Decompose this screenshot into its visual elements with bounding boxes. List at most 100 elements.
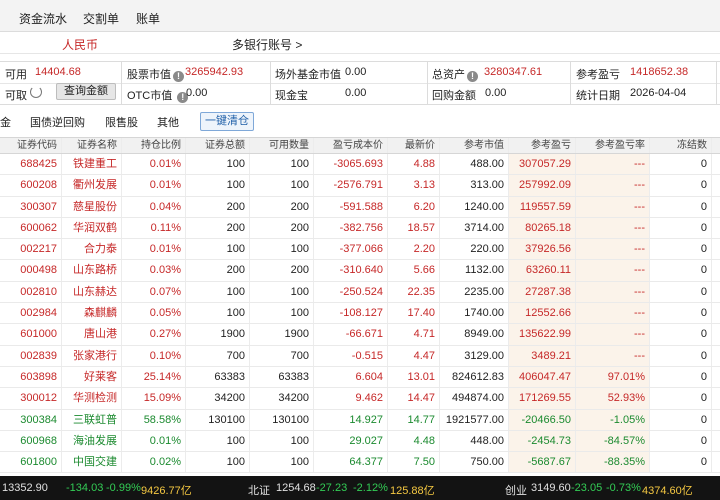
tab-restricted[interactable]: 限售股 [105, 114, 138, 130]
table-row[interactable]: 002984 森麒麟 0.05% 100 100 -108.127 17.40 1740.00… [0, 303, 720, 325]
total-assets-label: 总资产! [432, 66, 478, 82]
cell-code: 601000 [0, 324, 62, 345]
cell-ratio: 15.09% [122, 388, 186, 409]
cell-cost: -66.671 [314, 324, 388, 345]
cell-frozen: 0 [650, 239, 712, 260]
ticker-gem-pct: -0.73% [606, 482, 641, 494]
cell-market-value: 448.00 [440, 430, 509, 452]
table-row[interactable]: 600062 华润双鹤 0.11% 200 200 -382.756 18.57 3714.0… [0, 217, 720, 240]
cell-market-value: 750.00 [440, 452, 509, 473]
cell-total: 100 [186, 303, 250, 324]
ticker-gem-value: 3149.60 [531, 482, 571, 494]
cell-ratio: 0.01% [122, 175, 186, 196]
cell-available: 100 [250, 154, 314, 175]
cell-frozen: 0 [650, 303, 712, 324]
total-assets-value: 3280347.61 [484, 66, 543, 78]
column-header[interactable]: 最新价 [388, 138, 440, 153]
account-bar: 人民币 多银行账号 > [0, 32, 720, 54]
cell-frozen: 0 [650, 452, 712, 473]
table-row[interactable]: 688425 铁建重工 0.01% 100 100 -3065.693 4.88 488.00… [0, 154, 720, 176]
table-row[interactable]: 002839 张家港行 0.10% 700 700 -0.515 4.47 3129.00 34… [0, 345, 720, 367]
cell-market-value: 1921577.00 [440, 409, 509, 430]
info-icon[interactable]: ! [173, 71, 184, 82]
offsite-fund-value: 0.00 [345, 66, 367, 78]
column-header[interactable]: 证券总额 [186, 138, 250, 153]
column-header[interactable]: 证券代码 [0, 138, 62, 153]
cell-ref-pnl-rate: --- [576, 303, 650, 324]
nav-fund-flow[interactable]: 资金流水 [19, 10, 67, 27]
cell-available: 1900 [250, 324, 314, 345]
tab-fund[interactable]: 金 [0, 114, 11, 130]
column-header[interactable]: 可用数量 [250, 138, 314, 153]
holdings-table: 证券代码 证券名称 持仓比例 证券总额 可用数量 盈亏成本价 最新价 参考市值 参考盈亏 参考盈亏… [0, 137, 720, 474]
column-header[interactable]: 盈亏成本价 [314, 138, 388, 153]
refresh-icon[interactable] [30, 86, 42, 98]
nav-bills[interactable]: 账单 [136, 10, 160, 27]
table-row[interactable]: 603898 好莱客 25.14% 63383 63383 6.604 13.01 82461… [0, 366, 720, 389]
cell-ratio: 0.11% [122, 217, 186, 239]
cell-ref-pnl: 37926.56 [509, 239, 576, 260]
column-header[interactable]: 参考市值 [440, 138, 509, 153]
ticker-north-value: 1254.68 [276, 482, 316, 494]
cell-code: 000498 [0, 260, 62, 281]
table-row[interactable]: 600968 海油发展 0.01% 100 100 29.027 4.48 448.00 -24… [0, 430, 720, 453]
cell-frozen: 0 [650, 196, 712, 217]
table-row[interactable]: 000498 山东路桥 0.03% 200 200 -310.640 5.66 1132.00… [0, 260, 720, 282]
cell-ref-pnl: 135622.99 [509, 324, 576, 345]
otc-value: 0.00 [186, 87, 208, 99]
cell-price: 13.01 [388, 366, 440, 388]
cell-ref-pnl-rate: 97.01% [576, 366, 650, 388]
table-row[interactable]: 601800 中国交建 0.02% 100 100 64.377 7.50 750.00 -56… [0, 452, 720, 474]
ref-pnl-value: 1418652.38 [630, 66, 689, 78]
cell-ref-pnl-rate: --- [576, 239, 650, 260]
multi-bank-link[interactable]: 多银行账号 > [232, 36, 302, 53]
cell-available: 100 [250, 303, 314, 324]
cell-ref-pnl-rate: -88.35% [576, 452, 650, 473]
cell-code: 600968 [0, 430, 62, 452]
cell-frozen: 0 [650, 430, 712, 452]
cell-market-value: 313.00 [440, 175, 509, 196]
table-row[interactable]: 300307 慈星股份 0.04% 200 200 -591.588 6.20 1240.00… [0, 196, 720, 218]
one-click-clear-button[interactable]: 一键清仓 [200, 112, 254, 131]
ticker-index-pct: -0.99% [106, 482, 141, 494]
cell-code: 002217 [0, 239, 62, 260]
info-icon[interactable]: ! [467, 71, 478, 82]
currency-label[interactable]: 人民币 [62, 36, 98, 53]
ticker-north-change: -27.23 [316, 482, 348, 494]
cell-name: 铁建重工 [62, 154, 122, 175]
column-header[interactable]: 证券名称 [62, 138, 122, 153]
table-row[interactable]: 600208 衢州发展 0.01% 100 100 -2576.791 3.13 313.00… [0, 175, 720, 197]
cell-price: 14.47 [388, 388, 440, 409]
table-row[interactable]: 300012 华测检测 15.09% 34200 34200 9.462 14.47 4948… [0, 388, 720, 410]
tab-reverse-repo[interactable]: 国债逆回购 [30, 114, 85, 130]
column-header[interactable]: 持仓比例 [122, 138, 186, 153]
nav-delivery-orders[interactable]: 交割单 [83, 10, 119, 27]
table-row[interactable]: 002217 合力泰 0.01% 100 100 -377.066 2.20 220.00 37… [0, 239, 720, 261]
table-row[interactable]: 002810 山东赫达 0.07% 100 100 -250.524 22.35 2235.0… [0, 281, 720, 304]
cell-name: 华润双鹤 [62, 217, 122, 239]
tab-other[interactable]: 其他 [157, 114, 179, 130]
table-row[interactable]: 601000 唐山港 0.27% 1900 1900 -66.671 4.71 8949.00… [0, 324, 720, 346]
column-header[interactable]: 参考盈亏 [509, 138, 576, 153]
cell-market-value: 2235.00 [440, 281, 509, 303]
column-header[interactable]: 冻结数 [650, 138, 712, 153]
cell-code: 002839 [0, 345, 62, 366]
cell-cost: -382.756 [314, 217, 388, 239]
available-value: 14404.68 [35, 66, 81, 78]
table-row[interactable]: 300384 三联虹普 58.58% 130100 130100 14.927 14.77 1… [0, 409, 720, 431]
cell-frozen: 0 [650, 324, 712, 345]
cell-price: 7.50 [388, 452, 440, 473]
column-header[interactable]: 参考盈亏率 [576, 138, 650, 153]
cell-name: 海油发展 [62, 430, 122, 452]
cell-code: 688425 [0, 154, 62, 175]
cell-name: 中国交建 [62, 452, 122, 473]
ref-pnl-label: 参考盈亏 [576, 69, 620, 81]
holdings-tabs: 金 国债逆回购 限售股 其他 [0, 110, 720, 134]
query-amount-button[interactable]: 查询金额 [56, 83, 116, 100]
cell-price: 5.66 [388, 260, 440, 281]
withdrawable-label: 可取 [5, 90, 27, 102]
top-nav: 资金流水 交割单 账单 [0, 0, 720, 32]
cell-market-value: 1132.00 [440, 260, 509, 281]
cell-ratio: 0.10% [122, 345, 186, 366]
ticker-index-change: -134.03 [66, 482, 104, 494]
